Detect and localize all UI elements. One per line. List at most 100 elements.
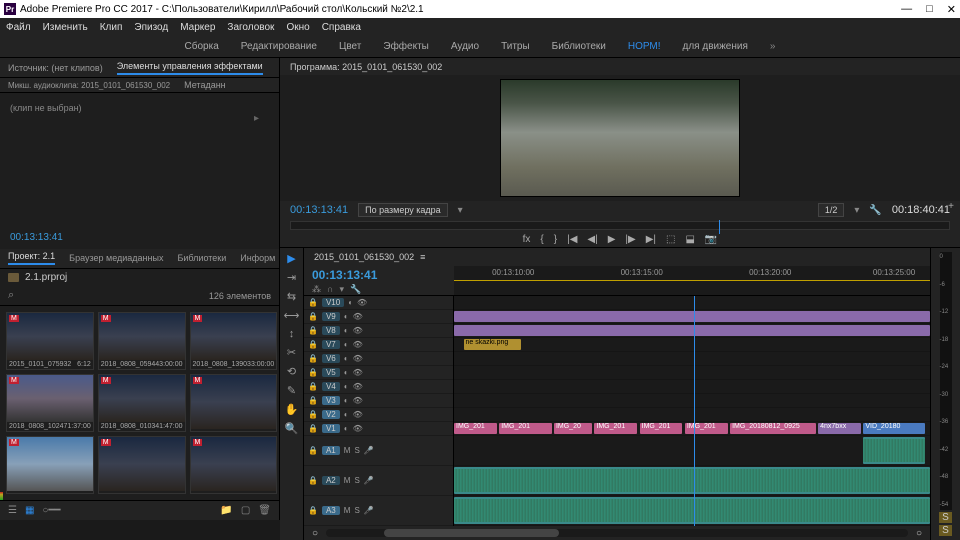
track-header-v7[interactable]: 🔒V7◐👁 — [304, 338, 453, 352]
fit-chevron-icon[interactable]: ▾ — [458, 205, 463, 216]
clip[interactable] — [454, 325, 930, 336]
marker-icon[interactable]: ▾ — [339, 284, 344, 295]
add-button-icon[interactable]: + — [948, 201, 954, 212]
tab-media-browser[interactable]: Браузер медиаданных — [69, 253, 163, 263]
workspace-motion[interactable]: для движения — [683, 41, 748, 52]
track-header-a1[interactable]: 🔒A1MS🎤 — [304, 436, 453, 466]
eye-icon[interactable]: 👁 — [353, 354, 363, 363]
search-icon[interactable]: ⌕ — [8, 289, 14, 302]
settings-icon[interactable]: 🔧 — [350, 284, 361, 295]
tab-source[interactable]: Источник: (нет клипов) — [8, 63, 103, 73]
razor-tool-icon[interactable]: ✂ — [287, 346, 296, 359]
icon-view-icon[interactable]: ▦ — [25, 505, 34, 516]
lock-icon[interactable]: 🔒 — [308, 424, 318, 433]
snap-icon[interactable]: ⁂ — [312, 284, 321, 295]
clip-thumbnail[interactable]: M — [6, 436, 94, 494]
clip[interactable]: IMG_201 — [454, 423, 497, 434]
audio-clip[interactable] — [454, 467, 930, 494]
workspace-assembly[interactable]: Сборка — [185, 41, 219, 52]
clip-thumbnail[interactable]: M2018_0808_102471:37:00 — [6, 374, 94, 432]
lock-icon[interactable]: 🔒 — [308, 368, 318, 377]
menu-help[interactable]: Справка — [322, 22, 361, 33]
track-header-v1[interactable]: 🔒V1◐👁 — [304, 422, 453, 436]
eye-icon[interactable]: 👁 — [353, 410, 363, 419]
clip-thumbnail[interactable]: M2018_0808_139033:00:00 — [190, 312, 278, 370]
track-header-v8[interactable]: 🔒V8◐👁 — [304, 324, 453, 338]
eye-icon[interactable]: 👁 — [353, 312, 363, 321]
menu-window[interactable]: Окно — [286, 22, 309, 33]
zoom-dropdown[interactable]: 1/2 — [818, 203, 845, 217]
clip[interactable]: IMG_201 — [685, 423, 728, 434]
mark-out-icon[interactable]: } — [554, 234, 557, 245]
eye-icon[interactable]: 👁 — [353, 396, 363, 405]
go-out-icon[interactable]: ▶| — [646, 234, 656, 245]
wrench-icon[interactable]: 🔧 — [869, 205, 881, 216]
audio-clip[interactable] — [863, 437, 925, 464]
track-header-v2[interactable]: 🔒V2◐👁 — [304, 408, 453, 422]
source-timecode[interactable]: 00:13:13:41 — [10, 232, 269, 243]
zoom-chevron-icon[interactable]: ▾ — [854, 205, 859, 216]
clip[interactable]: VID_20180 — [863, 423, 925, 434]
program-scrubber[interactable] — [290, 221, 950, 230]
fx-icon[interactable]: fx — [523, 234, 531, 245]
search-input[interactable] — [20, 290, 203, 301]
go-in-icon[interactable]: |◀ — [567, 234, 577, 245]
export-frame-icon[interactable]: 📷 — [705, 234, 717, 245]
timeline-scrollbar[interactable] — [326, 529, 908, 537]
program-title[interactable]: Программа: 2015_0101_061530_002 — [290, 62, 442, 72]
menu-marker[interactable]: Маркер — [180, 22, 215, 33]
tab-metadata[interactable]: Метаданн — [184, 80, 226, 90]
minimize-button[interactable]: — — [901, 3, 912, 16]
step-back-icon[interactable]: ◀| — [587, 234, 597, 245]
lock-icon[interactable]: 🔒 — [308, 396, 318, 405]
workspace-color[interactable]: Цвет — [339, 41, 361, 52]
timeline-timecode[interactable]: 00:13:13:41 — [312, 268, 446, 282]
track-header-v5[interactable]: 🔒V5◐👁 — [304, 366, 453, 380]
tab-info[interactable]: Информ — [240, 253, 275, 263]
panel-chevron-icon[interactable]: ▸ — [254, 113, 259, 124]
menu-clip[interactable]: Клип — [100, 22, 123, 33]
eye-icon[interactable]: 👁 — [357, 298, 367, 307]
lock-icon[interactable]: 🔒 — [308, 382, 318, 391]
eye-icon[interactable]: 👁 — [353, 368, 363, 377]
menu-edit[interactable]: Изменить — [43, 22, 88, 33]
fit-dropdown[interactable]: По размеру кадра — [358, 203, 448, 217]
zoom-in-icon[interactable]: ○ — [916, 528, 922, 539]
extract-icon[interactable]: ⬓ — [685, 234, 694, 245]
clip-thumbnail[interactable]: M — [190, 436, 278, 494]
lock-icon[interactable]: 🔒 — [308, 410, 318, 419]
clip-thumbnail[interactable]: M — [190, 374, 278, 432]
workspace-titles[interactable]: Титры — [501, 41, 530, 52]
track-header-v4[interactable]: 🔒V4◐👁 — [304, 380, 453, 394]
list-view-icon[interactable]: ☰ — [8, 505, 17, 516]
workspace-norm[interactable]: НОРМ! — [628, 41, 661, 52]
menu-title[interactable]: Заголовок — [227, 22, 274, 33]
link-icon[interactable]: ∩ — [327, 284, 333, 295]
zoom-out-icon[interactable]: ○ — [312, 528, 318, 539]
track-header-a3[interactable]: 🔒A3MS🎤 — [304, 496, 453, 526]
solo-button[interactable]: S — [939, 512, 952, 523]
new-bin-icon[interactable]: 📁 — [220, 505, 232, 516]
program-in-timecode[interactable]: 00:13:13:41 — [290, 204, 348, 216]
clip[interactable]: IMG_201 — [594, 423, 637, 434]
maximize-button[interactable]: □ — [926, 3, 933, 16]
program-video[interactable] — [500, 79, 740, 197]
lock-icon[interactable]: 🔒 — [308, 298, 318, 307]
project-bin-row[interactable]: 2.1.prproj — [0, 269, 279, 286]
track-header-v6[interactable]: 🔒V6◐👁 — [304, 352, 453, 366]
lock-icon[interactable]: 🔒 — [308, 326, 318, 335]
clip[interactable]: 4nx7bxx — [818, 423, 861, 434]
clip[interactable]: ne skazki.png — [464, 339, 521, 350]
timeline-ruler[interactable]: 00:13:10:00 00:13:15:00 00:13:20:00 00:1… — [454, 266, 930, 295]
ripple-tool-icon[interactable]: ⇆ — [287, 290, 296, 303]
lock-icon[interactable]: 🔒 — [308, 446, 318, 455]
clip-thumbnail[interactable]: M2018_0808_059443:00:00 — [98, 312, 186, 370]
workspace-audio[interactable]: Аудио — [451, 41, 479, 52]
new-item-icon[interactable]: ▢ — [241, 505, 250, 516]
clip-thumbnail[interactable]: M2015_0101_0759326:12 — [6, 312, 94, 370]
tab-menu-icon[interactable]: ≡ — [420, 252, 425, 262]
lock-icon[interactable]: 🔒 — [308, 354, 318, 363]
eye-icon[interactable]: 👁 — [353, 382, 363, 391]
eye-icon[interactable]: 👁 — [353, 326, 363, 335]
mic-icon[interactable]: 🎤 — [364, 476, 374, 485]
